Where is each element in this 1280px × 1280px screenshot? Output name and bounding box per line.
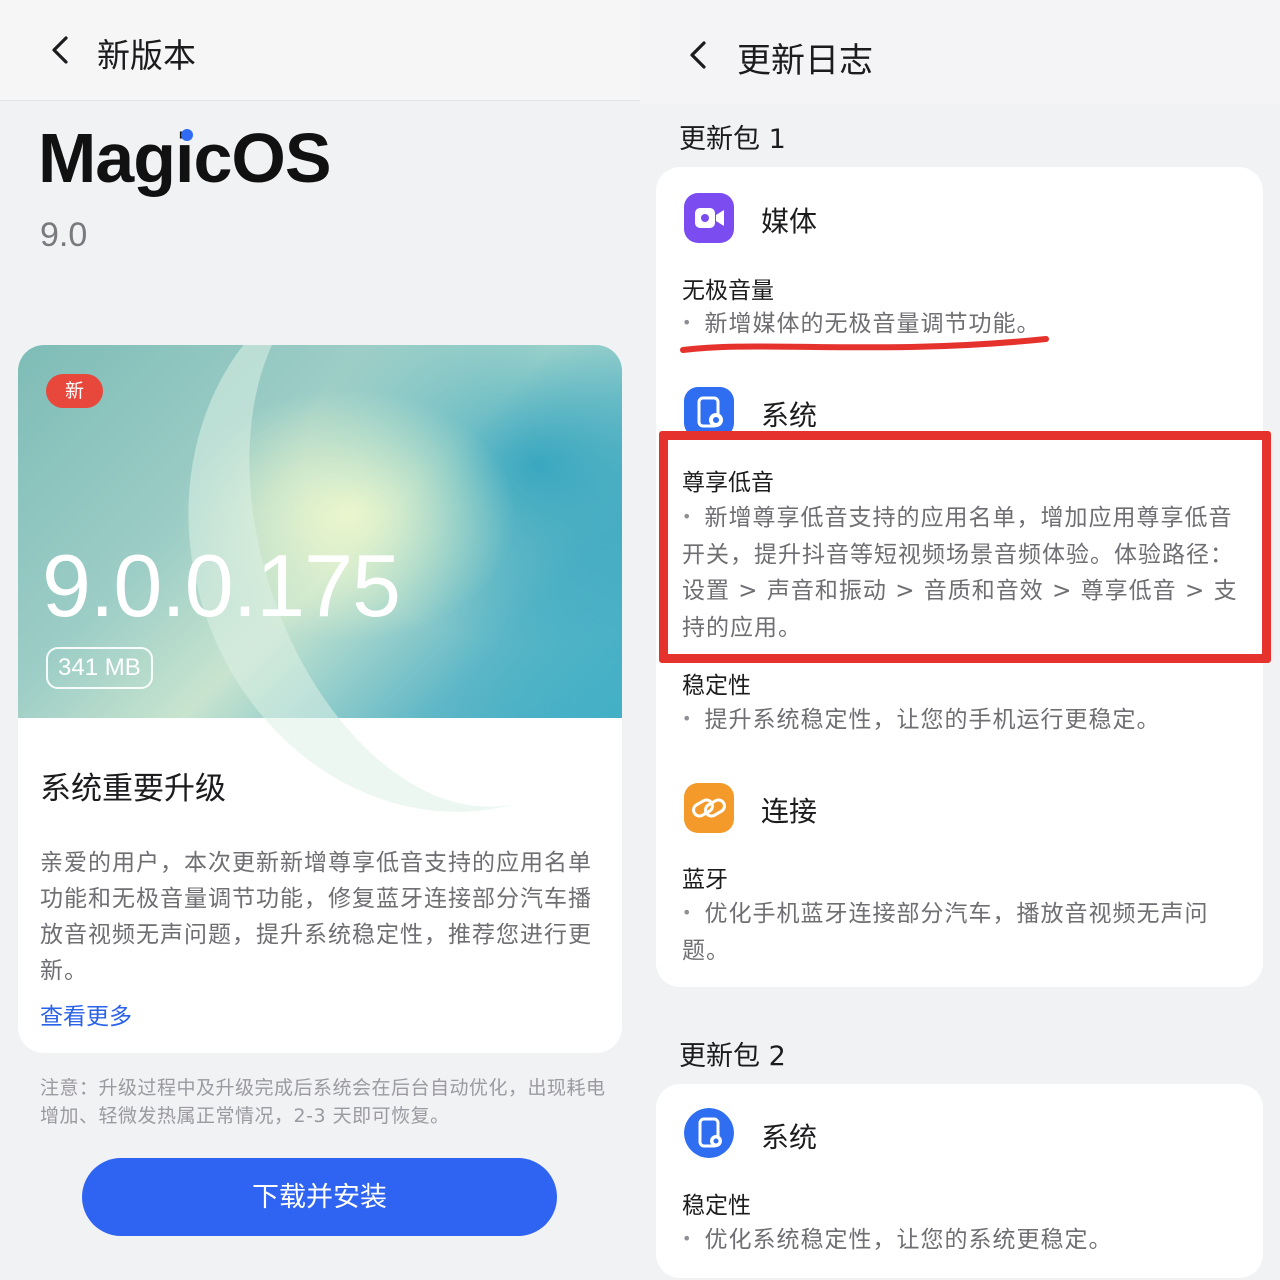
logo-dot [181,129,193,141]
item-desc-stability: • 提升系统稳定性，让您的手机运行更稳定。 [682,707,1161,733]
package-size: 341 MB [46,647,153,689]
system-settings-icon [684,387,734,437]
build-number: 9.0.0.175 [42,536,401,635]
top-bar: 新版本 [0,0,640,101]
package-1-label: 更新包 1 [679,124,786,155]
package-2-label: 更新包 2 [679,1041,786,1072]
top-bar: 更新日志 [640,0,1280,104]
package-2-card: 系统 稳定性 • 优化系统稳定性，让您的系统更稳定。 [656,1084,1263,1278]
update-card: 新 9.0.0.175 341 MB 系统重要升级 亲爱的用户，本次更新新增尊享… [18,345,622,1053]
hero-banner: 新 9.0.0.175 341 MB [18,345,622,878]
category-system-title: 系统 [761,1121,818,1154]
chevron-left-icon[interactable] [684,40,714,70]
new-version-screen: 新版本 MagicOS 9.0 新 9.0.0.175 341 MB 系统重要升… [0,0,640,1280]
system-settings-icon [684,1108,734,1158]
item-title-volume: 无极音量 [682,278,774,304]
item-desc-stability: • 优化系统稳定性，让您的系统更稳定。 [682,1227,1113,1253]
item-title-stability: 稳定性 [682,1193,751,1219]
page-title: 新版本 [97,36,196,75]
new-badge: 新 [46,374,103,408]
video-camera-icon [684,193,734,243]
item-title-bluetooth: 蓝牙 [682,867,728,893]
category-media-title: 媒体 [761,205,818,238]
red-box-annotation [659,431,1271,663]
link-icon [684,783,734,833]
view-more-link[interactable]: 查看更多 [40,997,132,1031]
red-underline-annotation [680,336,1049,353]
chevron-left-icon[interactable] [46,35,76,65]
update-description: 亲爱的用户，本次更新新增尊享低音支持的应用名单功能和无极音量调节功能，修复蓝牙连… [40,850,592,984]
category-system-title: 系统 [761,399,818,432]
item-desc-bluetooth: • 优化手机蓝牙连接部分汽车，播放音视频无声问题。 [682,901,1209,964]
page-title: 更新日志 [737,41,873,81]
upgrade-note: 注意：升级过程中及升级完成后系统会在后台自动优化，出现耗电增加、轻微发热属正常情… [40,1077,606,1127]
category-connect-title: 连接 [761,795,818,828]
update-heading: 系统重要升级 [40,771,226,807]
item-title-stability: 稳定性 [682,673,751,699]
os-version: 9.0 [40,216,88,254]
download-install-button[interactable]: 下载并安装 [82,1158,557,1236]
